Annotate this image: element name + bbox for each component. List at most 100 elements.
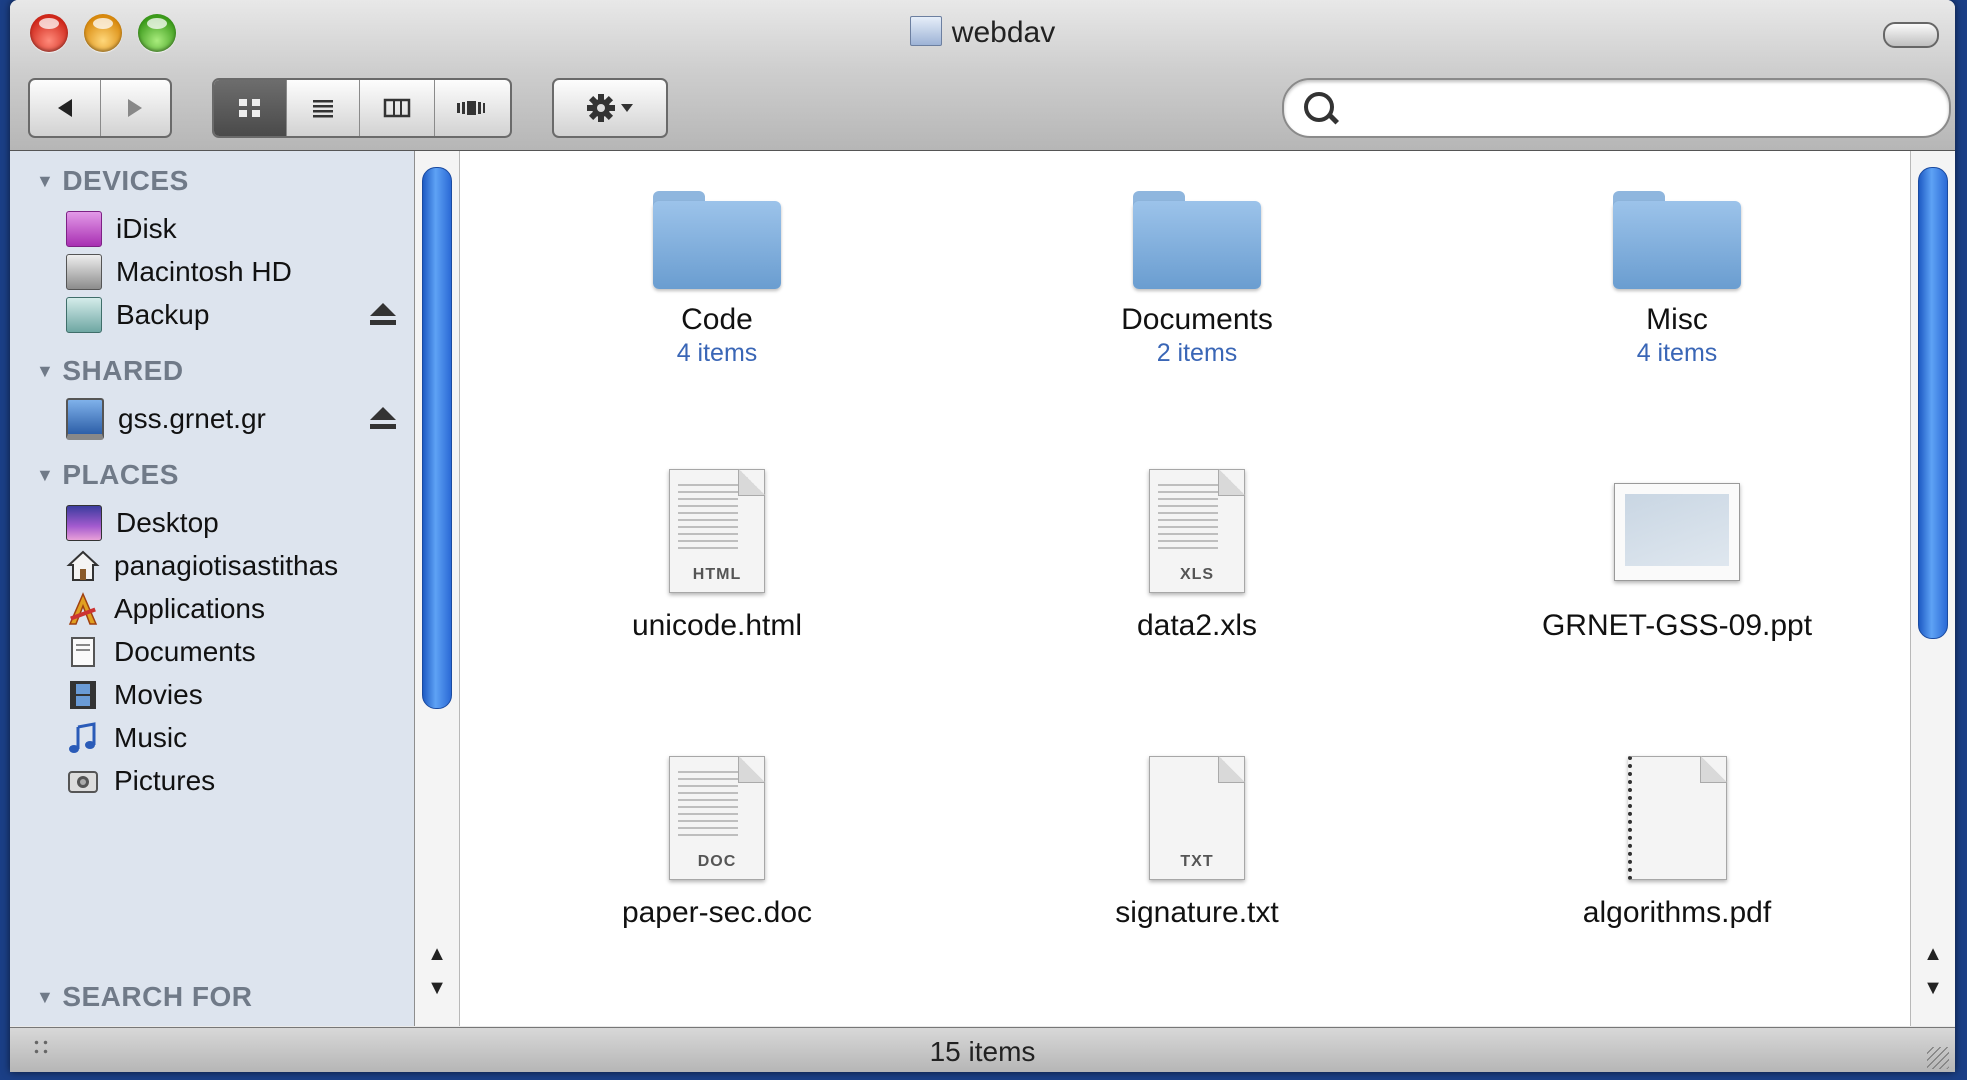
txt-file-icon: TXT [1149, 756, 1245, 880]
search-icon [1304, 92, 1334, 122]
sidebar-item-label: Music [114, 722, 188, 753]
sidebar-header-label: SEARCH FOR [62, 981, 253, 1012]
sidebar-item-movies[interactable]: Movies [66, 673, 406, 717]
coverflow-view-icon [457, 101, 485, 115]
coverflow-view-button[interactable] [435, 80, 507, 136]
status-bar: 15 items [10, 1027, 1955, 1072]
action-menu-seg[interactable] [554, 80, 666, 136]
sidebar-item-documents[interactable]: Documents [66, 630, 406, 674]
file-item[interactable]: algorithms.pdf [1467, 756, 1887, 930]
movies-icon [70, 681, 96, 709]
scroll-down-arrow-icon[interactable]: ▼ [423, 977, 451, 1000]
home-icon [66, 550, 100, 581]
sidebar-item-label: Applications [114, 593, 265, 624]
sidebar-item-label: Documents [114, 636, 256, 667]
backup-drive-icon [66, 297, 102, 333]
sidebar-item-pictures[interactable]: Pictures [66, 759, 406, 803]
sidebar-header-places[interactable]: ▼ PLACES [36, 459, 179, 491]
sidebar-item-applications[interactable]: Applications [66, 587, 406, 631]
webdav-volume-icon [909, 16, 942, 46]
network-computer-icon [66, 398, 104, 440]
sidebar-item-label: Movies [114, 679, 203, 710]
forward-arrow-icon [128, 99, 142, 117]
file-item-count: 4 items [1636, 339, 1718, 367]
scroll-up-arrow-icon[interactable]: ▲ [1919, 943, 1947, 966]
pictures-icon [68, 771, 98, 793]
file-name: algorithms.pdf [1582, 896, 1772, 929]
file-item[interactable]: GRNET-GSS-09.ppt [1467, 469, 1887, 643]
file-item[interactable]: HTML unicode.html [507, 469, 927, 643]
sidebar-header-label: DEVICES [62, 165, 189, 196]
eject-icon[interactable] [370, 301, 396, 327]
file-item-count: 2 items [1156, 339, 1238, 367]
sidebar-header-label: PLACES [62, 459, 179, 490]
file-name: Documents [1121, 303, 1273, 336]
sidebar-item-gss-grnet-gr[interactable]: gss.grnet.gr [66, 397, 406, 441]
sidebar-item-music[interactable]: Music [66, 716, 406, 760]
folder-icon [653, 191, 781, 289]
folder-icon [1613, 191, 1741, 289]
list-view-button[interactable] [287, 80, 360, 136]
sidebar: ▼ DEVICES iDisk Macintosh HD Backup ▼ SHAR… [10, 151, 415, 1026]
column-view-icon [383, 98, 411, 118]
icon-view-button[interactable] [214, 80, 287, 136]
file-item[interactable]: Misc 4 items [1467, 191, 1887, 368]
sidebar-item-label: panagiotisastithas [114, 550, 339, 581]
back-arrow-icon [58, 99, 72, 117]
scroll-up-arrow-icon[interactable]: ▲ [423, 943, 451, 966]
file-item[interactable]: Documents 2 items [987, 191, 1407, 368]
desktop-icon [66, 505, 102, 541]
sidebar-scrollbar[interactable]: ▲ ▼ [415, 151, 460, 1026]
item-count-status: 15 items [929, 1036, 1036, 1067]
sidebar-item-idisk[interactable]: iDisk [66, 207, 406, 251]
toolbar-toggle-button[interactable] [1883, 22, 1939, 48]
sidebar-header-label: SHARED [62, 355, 184, 386]
forward-button[interactable] [101, 80, 169, 136]
view-mode-buttons [212, 78, 512, 138]
file-name: signature.txt [1115, 896, 1279, 929]
pdf-file-icon [1627, 756, 1727, 880]
idisk-icon [66, 211, 102, 247]
file-item[interactable]: Code 4 items [507, 191, 927, 368]
sidebar-header-devices[interactable]: ▼ DEVICES [36, 165, 189, 197]
file-item[interactable]: XLS data2.xls [987, 469, 1407, 643]
search-input[interactable] [1344, 86, 1928, 128]
documents-icon [71, 637, 95, 667]
sidebar-item-home[interactable]: panagiotisastithas [66, 544, 406, 588]
hard-drive-icon [66, 254, 102, 290]
folder-icon [1133, 191, 1261, 289]
sidebar-item-desktop[interactable]: Desktop [66, 501, 406, 545]
finder-window: webdav ▼ DEVICES iDisk Macintosh HD Back… [10, 0, 1955, 1072]
sidebar-item-label: Macintosh HD [116, 256, 292, 287]
eject-icon[interactable] [370, 405, 396, 431]
sidebar-item-macintosh-hd[interactable]: Macintosh HD [66, 250, 406, 294]
sidebar-item-label: gss.grnet.gr [118, 403, 266, 434]
sidebar-header-shared[interactable]: ▼ SHARED [36, 355, 184, 387]
window-title-text: webdav [951, 16, 1056, 49]
sidebar-item-backup[interactable]: Backup [66, 293, 406, 337]
sidebar-scroll-thumb[interactable] [422, 167, 452, 709]
sidebar-item-label: Backup [116, 299, 210, 330]
action-menu-button[interactable] [552, 78, 668, 138]
file-item[interactable]: TXT signature.txt [987, 756, 1407, 930]
scroll-down-arrow-icon[interactable]: ▼ [1919, 977, 1947, 1000]
toolbar: webdav [10, 0, 1955, 151]
window-title: webdav [10, 16, 1955, 50]
chevron-down-icon [621, 104, 633, 112]
file-name: data2.xls [1136, 609, 1258, 642]
search-field[interactable] [1282, 78, 1951, 138]
icon-view-icon [239, 99, 260, 117]
main-scroll-thumb[interactable] [1918, 167, 1948, 639]
main-scrollbar[interactable]: ▲ ▼ [1910, 151, 1955, 1026]
column-view-button[interactable] [360, 80, 435, 136]
list-view-icon [313, 100, 333, 118]
file-name: GRNET-GSS-09.ppt [1541, 609, 1813, 642]
html-file-icon: HTML [669, 469, 765, 593]
back-button[interactable] [30, 80, 101, 136]
file-item[interactable]: DOC paper-sec.doc [507, 756, 927, 930]
applications-icon [68, 592, 98, 625]
xls-file-icon: XLS [1149, 469, 1245, 593]
nav-buttons [28, 78, 172, 138]
window-resize-handle-icon[interactable] [1927, 1047, 1949, 1069]
sidebar-header-search-for[interactable]: ▼ SEARCH FOR [36, 981, 252, 1013]
